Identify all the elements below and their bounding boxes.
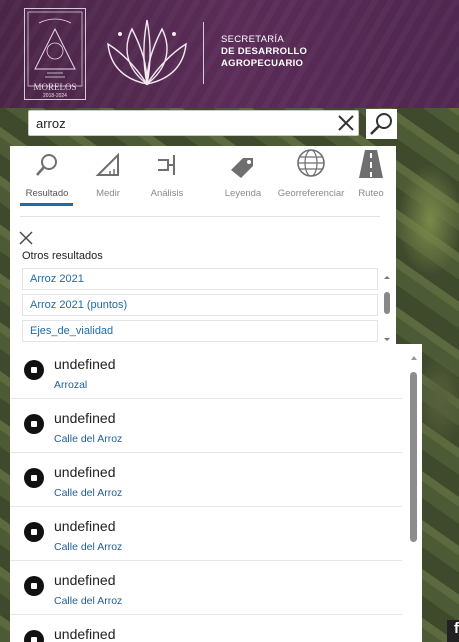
ruler-icon <box>95 152 119 176</box>
feature-point-icon <box>24 576 44 596</box>
globe-icon <box>297 149 325 177</box>
active-tab-indicator <box>20 203 73 206</box>
tab-ruteo[interactable]: Ruteo <box>354 146 388 208</box>
header-divider <box>203 22 204 84</box>
feature-point-icon <box>24 468 44 488</box>
lotus-logo-icon <box>107 19 187 86</box>
list-item[interactable]: undefined Calle del Arroz <box>10 560 402 615</box>
feature-subtitle: Calle del Arroz <box>54 487 123 499</box>
feature-name: undefined <box>54 626 116 642</box>
divider <box>20 216 380 217</box>
feature-point-icon <box>24 522 44 542</box>
feature-name: undefined <box>54 464 116 480</box>
tab-leyenda[interactable]: Leyenda <box>218 146 268 208</box>
feature-results-panel: undefined Arrozal undefined Calle del Ar… <box>10 344 422 642</box>
list-item[interactable]: Arroz 2021 <box>22 268 378 290</box>
tab-label: Ruteo <box>358 188 384 199</box>
scrollbar[interactable] <box>408 350 420 638</box>
tab-resultado[interactable]: Resultado <box>18 146 76 208</box>
tab-label: Medir <box>96 188 120 199</box>
tab-georreferenciar[interactable]: Georreferenciar <box>272 146 350 208</box>
road-icon <box>359 150 383 178</box>
feature-point-icon <box>24 414 44 434</box>
feature-name: undefined <box>54 356 116 372</box>
list-item[interactable]: undefined Calle del Arroz <box>10 452 402 507</box>
tab-label: Análisis <box>150 188 184 199</box>
feature-subtitle: Calle del Arroz <box>54 595 123 607</box>
analysis-icon <box>158 155 175 175</box>
feature-point-icon <box>24 360 44 380</box>
tools-panel: Resultado Medir Análisis Leyenda Georref… <box>10 146 396 344</box>
close-icon[interactable] <box>334 111 358 135</box>
list-item[interactable]: Ejes_de_vialidad <box>22 320 378 342</box>
feature-subtitle: Arrozal <box>54 379 88 391</box>
scrollbar[interactable] <box>382 274 392 344</box>
tab-label: Leyenda <box>224 188 262 199</box>
crest-year: 2018-2024 <box>43 93 67 99</box>
search-input[interactable] <box>28 110 359 136</box>
list-item[interactable]: undefined <box>10 614 402 642</box>
search-bar <box>28 109 397 139</box>
facebook-icon[interactable]: f <box>447 620 459 642</box>
secretaria-label: SECRETARÍA <box>221 34 285 45</box>
secretaria-line2: DE DESARROLLO <box>221 46 308 57</box>
list-item[interactable]: undefined Calle del Arroz <box>10 398 402 453</box>
tab-label: Georreferenciar <box>277 188 345 199</box>
search-button[interactable] <box>366 109 397 139</box>
header-banner: MORELOS 2018-2024 SECRETARÍA DE DESARROL… <box>0 0 459 108</box>
list-item[interactable]: undefined Calle del Arroz <box>10 506 402 561</box>
tab-analisis[interactable]: Análisis <box>138 146 196 208</box>
search-icon <box>36 154 57 176</box>
feature-name: undefined <box>54 572 116 588</box>
feature-subtitle: Calle del Arroz <box>54 541 123 553</box>
tab-medir[interactable]: Medir <box>88 146 128 208</box>
feature-name: undefined <box>54 410 116 426</box>
list-item[interactable]: Arroz 2021 (puntos) <box>22 294 378 316</box>
otros-resultados-heading: Otros resultados <box>22 250 103 262</box>
search-icon <box>370 113 392 135</box>
feature-name: undefined <box>54 518 116 534</box>
tab-label: Resultado <box>25 188 69 199</box>
tag-icon <box>231 158 253 178</box>
close-icon[interactable] <box>18 230 34 246</box>
secretaria-line3: AGROPECUARIO <box>221 58 304 69</box>
feature-subtitle: Calle del Arroz <box>54 433 123 445</box>
feature-point-icon <box>24 630 44 642</box>
list-item[interactable]: undefined Arrozal <box>10 344 402 399</box>
other-results-list: Arroz 2021 Arroz 2021 (puntos) Ejes_de_v… <box>22 266 380 344</box>
crest-label: MORELOS <box>33 82 77 92</box>
